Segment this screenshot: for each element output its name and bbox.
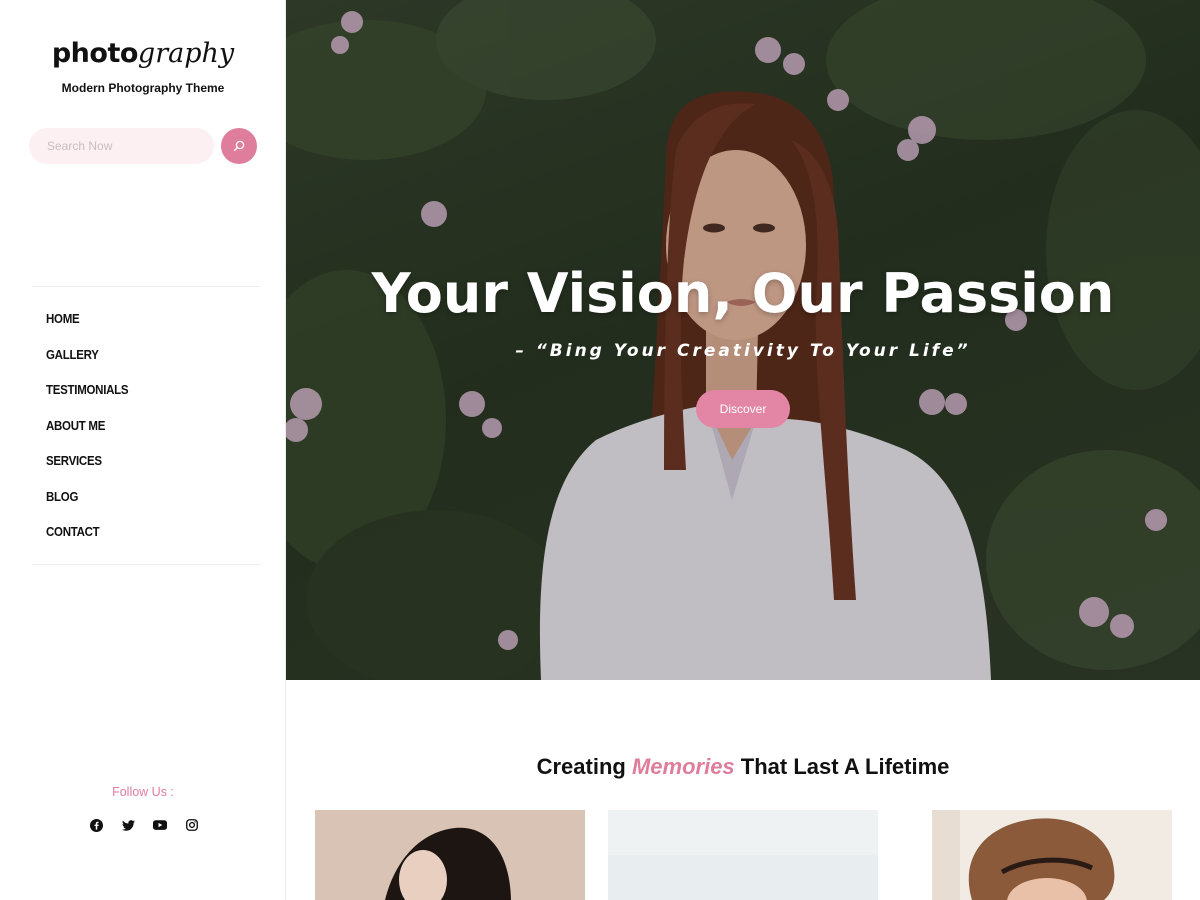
twitter-link[interactable]	[120, 817, 136, 833]
search-input[interactable]	[29, 128, 214, 164]
follow-us-label: Follow Us :	[112, 785, 174, 799]
nav-link-gallery[interactable]: GALLERY	[46, 345, 99, 365]
gallery-card-3[interactable]	[932, 810, 1172, 900]
discover-button[interactable]: Discover	[696, 390, 790, 428]
youtube-icon	[153, 820, 167, 830]
hero-banner: Your Vision, Our Passion – “Bing Your Cr…	[286, 0, 1200, 680]
hero-title: Your Vision, Our Passion	[371, 262, 1115, 325]
facebook-icon	[89, 818, 103, 832]
section-title-before: Creating	[536, 754, 632, 779]
site-logo[interactable]: photography	[0, 36, 286, 71]
logo-bold-text: photo	[51, 38, 139, 69]
nav-item-contact: CONTACT	[46, 522, 135, 558]
main-nav: HOME GALLERY TESTIMONIALS ABOUT ME SERVI…	[46, 309, 135, 558]
nav-divider-top	[32, 286, 260, 287]
facebook-link[interactable]	[88, 817, 104, 833]
nav-item-blog: BLOG	[46, 487, 135, 523]
site-tagline: Modern Photography Theme	[61, 81, 225, 95]
nav-item-testimonials: TESTIMONIALS	[46, 380, 135, 416]
hero-overlay	[286, 0, 1200, 680]
gallery-image-1	[315, 810, 585, 900]
search-icon	[233, 140, 245, 152]
gallery-image-2	[608, 810, 878, 900]
nav-divider-bottom	[32, 564, 260, 565]
nav-link-about-me[interactable]: ABOUT ME	[46, 416, 105, 436]
nav-link-home[interactable]: HOME	[46, 309, 80, 329]
section-title-after: That Last A Lifetime	[734, 754, 950, 779]
hero-subtitle: – “Bing Your Creativity To Your Life”	[515, 341, 971, 361]
nav-item-about-me: ABOUT ME	[46, 416, 135, 452]
nav-item-home: HOME	[46, 309, 135, 345]
nav-item-gallery: GALLERY	[46, 345, 135, 381]
instagram-icon	[186, 819, 198, 831]
nav-link-services[interactable]: SERVICES	[46, 451, 102, 471]
social-links	[88, 817, 200, 833]
section-title: Creating Memories That Last A Lifetime	[286, 754, 1200, 780]
twitter-icon	[121, 819, 135, 831]
nav-link-blog[interactable]: BLOG	[46, 487, 78, 507]
search-form	[29, 128, 257, 164]
sidebar: photography Modern Photography Theme HOM…	[0, 0, 286, 900]
search-button[interactable]	[221, 128, 257, 164]
section-title-accent: Memories	[631, 754, 735, 779]
nav-item-services: SERVICES	[46, 451, 135, 487]
gallery-image-3	[932, 810, 1172, 900]
logo-italic-text: graphy	[137, 38, 235, 69]
youtube-link[interactable]	[152, 817, 168, 833]
gallery-card-1[interactable]	[315, 810, 585, 900]
nav-link-testimonials[interactable]: TESTIMONIALS	[46, 380, 129, 400]
instagram-link[interactable]	[184, 817, 200, 833]
nav-link-contact[interactable]: CONTACT	[46, 522, 100, 542]
gallery-card-2[interactable]	[608, 810, 878, 900]
